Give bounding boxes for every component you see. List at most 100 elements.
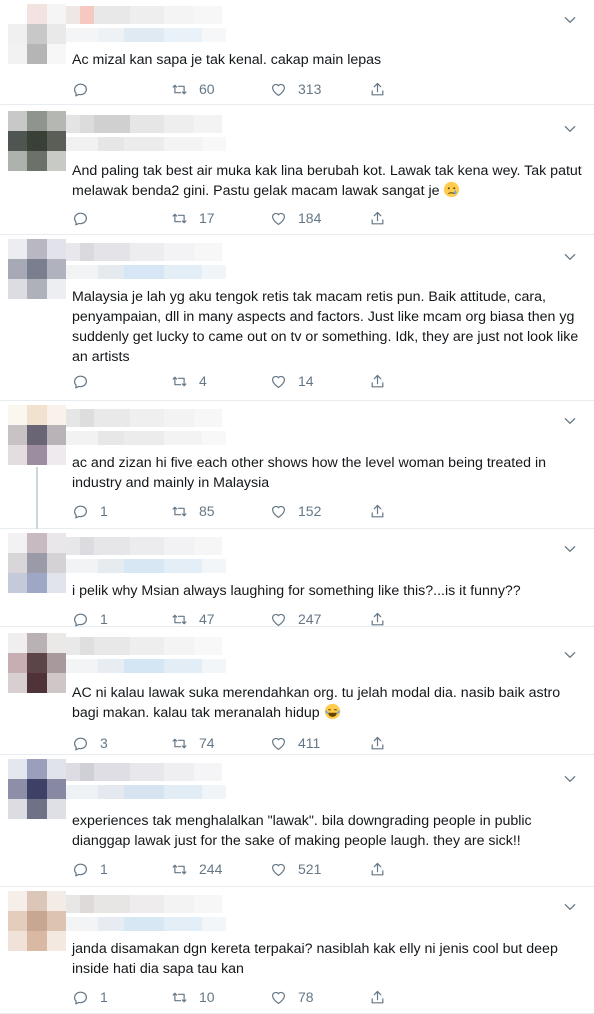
retweet-button[interactable]: 85 <box>171 501 215 521</box>
share-button[interactable] <box>369 79 386 99</box>
heart-icon <box>270 611 287 628</box>
redacted-block <box>94 6 130 24</box>
retweet-count: 85 <box>199 503 215 519</box>
avatar[interactable] <box>8 239 66 299</box>
chevron-down-icon[interactable] <box>562 771 578 787</box>
avatar[interactable] <box>8 533 66 593</box>
redacted-user-name[interactable] <box>66 409 222 427</box>
avatar-pixel <box>27 151 47 171</box>
avatar-pixel <box>46 24 66 44</box>
redacted-user-name[interactable] <box>66 115 222 133</box>
retweet-button[interactable]: 10 <box>171 987 215 1007</box>
redacted-block <box>130 537 164 555</box>
tweet-text: i pelik why Msian always laughing for so… <box>72 581 582 601</box>
reply-button[interactable] <box>72 371 100 391</box>
tweet-text-content: janda disamakan dgn kereta terpakai? nas… <box>72 941 562 977</box>
redacted-user-name[interactable] <box>66 637 222 655</box>
redacted-block <box>94 537 130 555</box>
share-button[interactable] <box>369 987 386 1007</box>
tweet-card[interactable]: Malaysia je lah yg aku tengok retis tak … <box>0 235 594 401</box>
heart-icon <box>270 735 287 752</box>
tweet-card[interactable]: ac and zizan hi five each other shows ho… <box>0 401 594 529</box>
chevron-down-icon[interactable] <box>562 413 578 429</box>
share-button[interactable] <box>369 208 386 228</box>
retweet-button[interactable]: 47 <box>171 609 215 629</box>
share-button[interactable] <box>369 501 386 521</box>
redacted-block <box>94 115 130 133</box>
like-button[interactable]: 14 <box>270 371 314 391</box>
retweet-button[interactable]: 74 <box>171 733 215 753</box>
tweet-text: Ac mizal kan sapa je tak kenal. cakap ma… <box>72 50 582 70</box>
share-button[interactable] <box>369 859 386 879</box>
tweet-card[interactable]: And paling tak best air muka kak lina be… <box>0 105 594 235</box>
redacted-user-name[interactable] <box>66 537 222 555</box>
reply-button[interactable] <box>72 208 100 228</box>
avatar-pixel <box>8 931 28 951</box>
retweet-button[interactable]: 17 <box>171 208 215 228</box>
share-button[interactable] <box>369 371 386 391</box>
chevron-down-icon[interactable] <box>562 899 578 915</box>
avatar-pixel <box>46 425 66 445</box>
redacted-block <box>130 6 164 24</box>
redacted-user-name[interactable] <box>66 763 222 781</box>
redacted-block <box>66 785 98 799</box>
redacted-user-name[interactable] <box>66 6 222 24</box>
retweet-button[interactable]: 4 <box>171 371 207 391</box>
redacted-user-name[interactable] <box>66 243 222 261</box>
reply-button[interactable]: 1 <box>72 609 108 629</box>
reply-button[interactable]: 3 <box>72 733 108 753</box>
avatar[interactable] <box>8 633 66 693</box>
reply-count: 1 <box>100 989 108 1005</box>
redacted-block <box>80 115 94 133</box>
like-button[interactable]: 313 <box>270 79 321 99</box>
avatar[interactable] <box>8 405 66 465</box>
like-button[interactable]: 247 <box>270 609 321 629</box>
avatar[interactable] <box>8 891 66 951</box>
tweet-actions: 60 313 <box>72 79 402 99</box>
share-button[interactable] <box>369 609 386 629</box>
tweet-card[interactable]: i pelik why Msian always laughing for so… <box>0 529 594 627</box>
avatar[interactable] <box>8 111 66 171</box>
avatar-pixel <box>8 405 28 425</box>
avatar-pixel <box>46 44 66 64</box>
like-button[interactable]: 78 <box>270 987 314 1007</box>
redacted-block <box>94 895 130 913</box>
avatar-pixel <box>46 151 66 171</box>
tweet-card[interactable]: janda disamakan dgn kereta terpakai? nas… <box>0 887 594 1014</box>
tweet-card[interactable]: AC ni kalau lawak suka merendahkan org. … <box>0 627 594 755</box>
like-button[interactable]: 152 <box>270 501 321 521</box>
avatar[interactable] <box>8 4 66 64</box>
redacted-block <box>164 895 194 913</box>
chevron-down-icon[interactable] <box>562 647 578 663</box>
retweet-button[interactable]: 60 <box>171 79 215 99</box>
reply-button[interactable]: 1 <box>72 859 108 879</box>
avatar-pixel <box>27 279 47 299</box>
reply-button[interactable] <box>72 79 100 99</box>
avatar-pixel <box>8 24 28 44</box>
redacted-block <box>202 917 226 931</box>
avatar[interactable] <box>8 759 66 819</box>
chevron-down-icon[interactable] <box>562 249 578 265</box>
avatar-pixel <box>46 931 66 951</box>
redacted-user-name[interactable] <box>66 895 222 913</box>
share-icon <box>369 735 386 752</box>
chevron-down-icon[interactable] <box>562 121 578 137</box>
reply-button[interactable]: 1 <box>72 501 108 521</box>
retweet-button[interactable]: 244 <box>171 859 222 879</box>
tweet-card[interactable]: experiences tak menghalalkan "lawak". bi… <box>0 755 594 887</box>
like-button[interactable]: 184 <box>270 208 321 228</box>
chevron-down-icon[interactable] <box>562 12 578 28</box>
reply-button[interactable]: 1 <box>72 987 108 1007</box>
chevron-down-icon[interactable] <box>562 541 578 557</box>
redacted-user-handle <box>66 659 226 673</box>
like-button[interactable]: 521 <box>270 859 321 879</box>
retweet-count: 10 <box>199 989 215 1005</box>
redacted-block <box>124 659 164 673</box>
redacted-block <box>124 559 164 573</box>
tweet-card[interactable]: Ac mizal kan sapa je tak kenal. cakap ma… <box>0 0 594 105</box>
reply-count: 1 <box>100 861 108 877</box>
share-button[interactable] <box>369 733 386 753</box>
redacted-block <box>124 265 164 279</box>
like-button[interactable]: 411 <box>270 733 320 753</box>
tweet-text-content: Malaysia je lah yg aku tengok retis tak … <box>72 289 583 365</box>
